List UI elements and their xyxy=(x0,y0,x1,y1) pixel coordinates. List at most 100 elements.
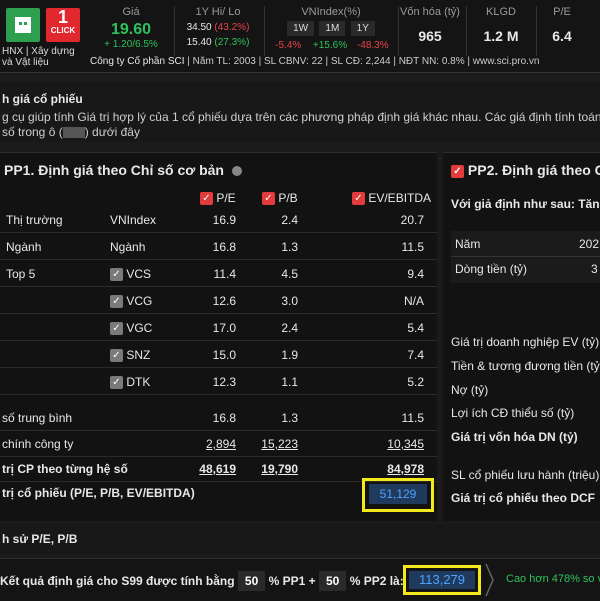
peer-selector[interactable]: ✓ VCG xyxy=(110,294,153,309)
cell-pe[interactable]: 11.4 xyxy=(176,267,236,281)
cell-pb[interactable]: 3.0 xyxy=(238,294,298,308)
row-label: Ngành xyxy=(6,240,42,254)
price-label: Giá xyxy=(122,6,140,18)
cell-pe[interactable]: 15.0 xyxy=(176,348,236,362)
cell-ev[interactable]: 11.5 xyxy=(364,240,424,254)
pe-label: P/E xyxy=(553,6,571,18)
pp1-weight-label: % PP1 + xyxy=(268,574,316,588)
cell-pb[interactable]: 4.5 xyxy=(238,267,298,281)
one-click-logo[interactable]: 1 CLICK xyxy=(46,8,80,42)
pp2-weight-input[interactable]: 50 xyxy=(319,571,347,591)
cash-label: Tiền & tương đương tiền (tỷ) xyxy=(451,359,600,373)
col-pb-header[interactable]: ✓ P/B xyxy=(262,191,298,206)
cell-ev[interactable]: 5.2 xyxy=(364,375,424,389)
cell-pb: 19,790 xyxy=(261,462,298,476)
volume-label: KLGD xyxy=(486,6,516,18)
checkbox-pb[interactable]: ✓ xyxy=(262,192,275,206)
cell-pe[interactable]: 16.8 xyxy=(176,240,236,254)
cell-pe: 2,894 xyxy=(205,437,236,451)
intro-line-2b: ) dưới đây xyxy=(84,125,140,139)
intro-line-1: g cụ giúp tính Giá trị hợp lý của 1 cổ p… xyxy=(2,110,600,124)
cell-pb[interactable]: 1.1 xyxy=(238,375,298,389)
cell-pb[interactable]: 1.9 xyxy=(238,348,298,362)
cell-pe[interactable]: 17.0 xyxy=(176,321,236,335)
vnindex-1w: -5.4% xyxy=(275,40,302,51)
vnindex-1m: +15.6% xyxy=(312,40,348,51)
peer-selector[interactable]: ✓ SNZ xyxy=(110,348,150,363)
cashflow-value[interactable]: 3 xyxy=(591,262,598,276)
table-row: ✓ VGC 17.0 2.4 5.4 xyxy=(0,317,437,341)
section-title: h giá cổ phiếu xyxy=(2,92,83,106)
row-label: chính công ty xyxy=(2,437,74,451)
volume-block: KLGD 1.2 M xyxy=(470,6,532,44)
checkbox-peer[interactable]: ✓ xyxy=(110,268,123,282)
pp1-weight-input[interactable]: 50 xyxy=(237,571,266,591)
volume-value: 1.2 M xyxy=(483,28,519,44)
checkbox-peer[interactable]: ✓ xyxy=(110,295,123,309)
exchange-sector: HNX | Xây dựng và Vật liệu xyxy=(2,46,75,68)
pe-value: 6.4 xyxy=(552,28,572,44)
checkbox-peer[interactable]: ✓ xyxy=(110,322,123,336)
cell-pb[interactable]: 1.3 xyxy=(238,240,298,254)
row-label: số trung bình xyxy=(2,411,73,425)
marketcap-block: Vốn hóa (tỷ) 965 xyxy=(400,6,460,44)
tab-1y[interactable]: 1Y xyxy=(350,21,375,36)
row-label: Thị trường xyxy=(6,213,63,227)
cell-pe[interactable]: 12.3 xyxy=(176,375,236,389)
table-row: số trung bình 16.8 1.3 11.5 xyxy=(0,407,437,431)
checkbox-ev[interactable]: ✓ xyxy=(352,192,365,206)
col-ev-label: EV/EBITDA xyxy=(368,191,432,205)
cell-pe[interactable]: 12.6 xyxy=(176,294,236,308)
cell-ev: 11.5 xyxy=(401,411,424,425)
company-info: Công ty Cổ phần SCI | Năm TL: 2003 | SL … xyxy=(90,56,600,67)
pp1-final-label: trị cổ phiếu (P/E, P/B, EV/EBITDA) xyxy=(2,486,195,500)
history-title: h sử P/E, P/B xyxy=(2,532,78,546)
col-pe-label: P/E xyxy=(216,191,236,205)
col-ev-header[interactable]: ✓ EV/EBITDA xyxy=(352,191,432,206)
intro-line-2: số trong ô () dưới đây xyxy=(2,125,140,139)
col-pe-header[interactable]: ✓ P/E xyxy=(200,191,236,206)
cell-pb[interactable]: 2.4 xyxy=(238,321,298,335)
checkbox-pp2[interactable]: ✓ xyxy=(451,164,464,178)
cell-pe[interactable]: 16.9 xyxy=(176,213,236,227)
tab-1w[interactable]: 1W xyxy=(287,21,315,36)
history-section[interactable]: h sử P/E, P/B xyxy=(0,524,600,554)
cell-ev[interactable]: 20.7 xyxy=(364,213,424,227)
pe-block: P/E 6.4 xyxy=(542,6,582,44)
cell-ev: 10,345 xyxy=(387,437,424,451)
tab-1m[interactable]: 1M xyxy=(319,21,346,36)
hi-pct: (43.2%) xyxy=(214,22,250,33)
price-block: Giá 19.60 + 1.20/6.5% xyxy=(96,6,166,50)
row-sub: VNIndex xyxy=(110,213,157,227)
peer-selector[interactable]: ✓ VGC xyxy=(110,321,152,336)
equity-value-label: Giá trị vốn hóa DN (tỷ) xyxy=(451,430,578,444)
cell-pb: 15,223 xyxy=(261,437,298,451)
peer-selector[interactable]: ✓ VCS xyxy=(110,267,151,282)
cell-ev[interactable]: 7.4 xyxy=(364,348,424,362)
checkbox-peer[interactable]: ✓ xyxy=(110,349,123,363)
cell-ev[interactable]: N/A xyxy=(364,294,424,308)
peer-selector[interactable]: ✓ DTK xyxy=(110,375,150,390)
cell-pe: 48,619 xyxy=(199,462,236,476)
result-bar: Kết quả định giá cho S99 được tính bằng … xyxy=(0,558,600,601)
marketcap-label: Vốn hóa (tỷ) xyxy=(400,6,460,18)
pp2-title: ✓ PP2. Định giá theo Chiế xyxy=(451,162,600,178)
pp2-table: Năm 202 Dòng tiền (tỷ) 3 xyxy=(451,231,600,283)
comparison-text: Cao hơn 478% so v xyxy=(506,573,600,585)
result-prefix: Kết quả định giá cho S99 được tính bằng xyxy=(0,574,235,588)
row-sub: VCG xyxy=(126,294,153,308)
vnindex-block: VNIndex(%) 1W 1M 1Y -5.4% +15.6% -48.3% xyxy=(268,6,394,51)
shares-label: SL cổ phiếu lưu hành (triệu) xyxy=(451,468,600,482)
cell-ev[interactable]: 9.4 xyxy=(364,267,424,281)
info-icon[interactable] xyxy=(231,166,242,177)
cell-pb[interactable]: 2.4 xyxy=(238,213,298,227)
table-row: ✓ VCG 12.6 3.0 N/A xyxy=(0,290,437,314)
result-line: Kết quả định giá cho S99 được tính bằng … xyxy=(0,571,404,591)
checkbox-pe[interactable]: ✓ xyxy=(200,192,213,206)
minority-label: Lợi ích CĐ thiểu số (tỷ) xyxy=(451,406,575,420)
chevron-right-icon xyxy=(485,563,494,597)
cell-ev[interactable]: 5.4 xyxy=(364,321,424,335)
pp2-weight-label: % PP2 là: xyxy=(349,574,404,588)
building-icon xyxy=(15,17,31,33)
checkbox-peer[interactable]: ✓ xyxy=(110,376,123,390)
